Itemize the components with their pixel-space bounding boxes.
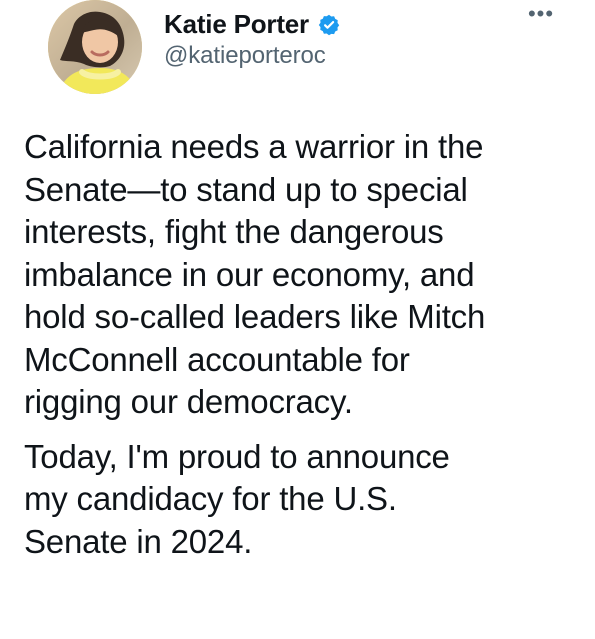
avatar[interactable] — [48, 0, 142, 94]
tweet-card: Katie Porter @katieporteroc ••• Californ… — [0, 0, 595, 639]
more-options-button[interactable]: ••• — [527, 3, 555, 32]
verified-badge-icon — [317, 13, 341, 37]
tweet-header: Katie Porter @katieporteroc ••• — [24, 0, 571, 104]
author-handle[interactable]: @katieporteroc — [164, 42, 341, 70]
author-identity: Katie Porter @katieporteroc — [164, 8, 341, 70]
tweet-text: California needs a warrior in the Senate… — [24, 126, 584, 563]
name-row: Katie Porter — [164, 8, 341, 40]
more-options-icon: ••• — [527, 1, 555, 26]
author-name[interactable]: Katie Porter — [164, 8, 309, 40]
tweet-paragraph-1: California needs a warrior in the Senate… — [24, 128, 486, 420]
tweet-paragraph-2: Today, I'm proud to announce my candidac… — [24, 437, 450, 560]
